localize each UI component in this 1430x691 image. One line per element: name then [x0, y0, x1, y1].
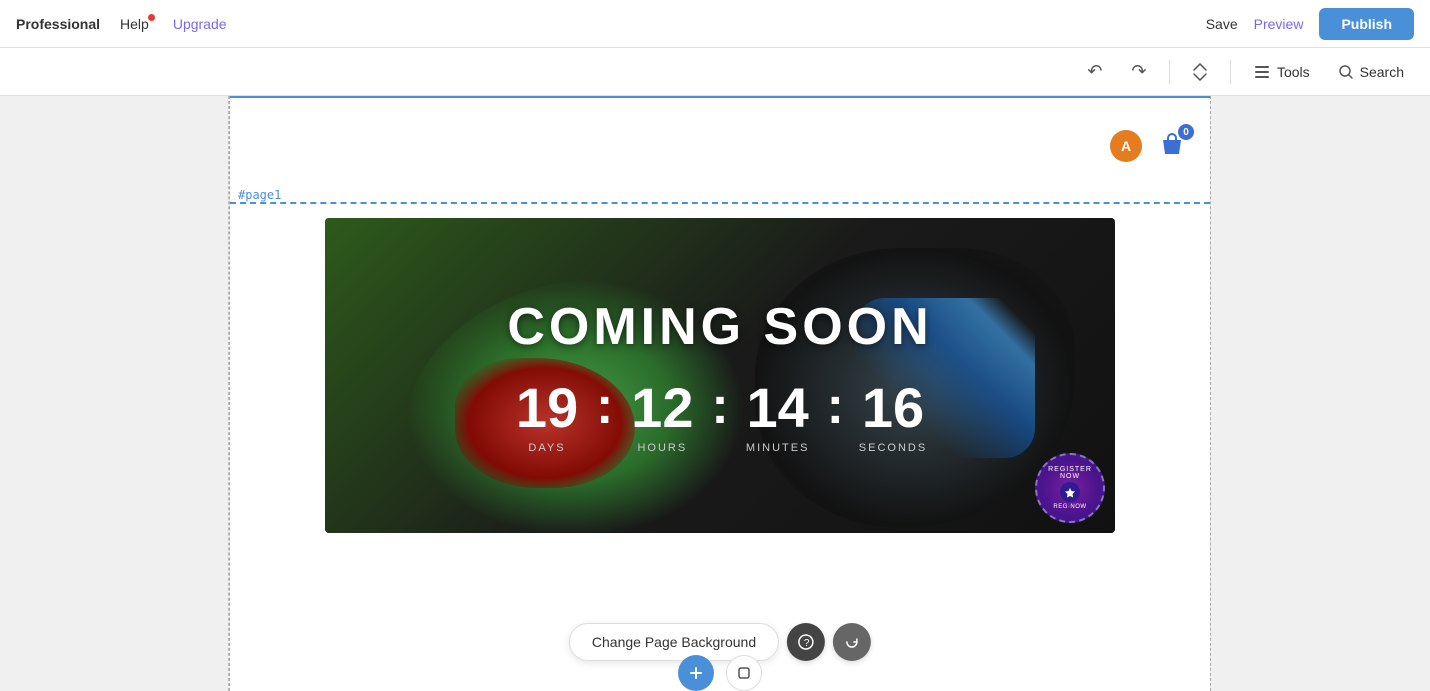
days-label: DAYS [528, 442, 565, 454]
preview-button[interactable]: Preview [1254, 16, 1304, 32]
top-nav: Professional Help Upgrade Save Preview P… [0, 0, 1430, 48]
page-label: #page1 [238, 188, 281, 202]
countdown-minutes: 14 MINUTES [733, 377, 823, 455]
days-value: 19 [516, 377, 578, 439]
sep-3: : [823, 377, 848, 437]
tools-label: Tools [1277, 64, 1310, 80]
brand-label: Professional [16, 16, 100, 32]
cart-badge: 0 [1178, 124, 1194, 140]
seconds-label: SECONDS [859, 442, 927, 454]
bottom-blue-button[interactable] [678, 655, 714, 691]
seconds-value: 16 [862, 377, 924, 439]
collapse-button[interactable] [1182, 54, 1218, 90]
hours-value: 12 [631, 377, 693, 439]
toolbar-divider-2 [1230, 60, 1231, 84]
help-icon-button[interactable]: ? [787, 623, 825, 661]
countdown-hours: 12 HOURS [617, 377, 707, 455]
publish-button[interactable]: Publish [1319, 8, 1414, 40]
refresh-icon-button[interactable] [833, 623, 871, 661]
search-button[interactable]: Search [1328, 58, 1414, 86]
canvas-area: #page1 A 0 [0, 96, 1430, 691]
tools-button[interactable]: Tools [1243, 57, 1320, 87]
countdown: 19 DAYS : 12 HOURS : 14 MINUTES : [325, 377, 1115, 455]
search-label: Search [1360, 64, 1404, 80]
avatar: A [1110, 130, 1142, 162]
countdown-days: 19 DAYS [502, 377, 592, 455]
help-dot [148, 14, 155, 21]
main-canvas: #page1 A 0 [230, 96, 1210, 691]
redo-button[interactable]: ↷ [1121, 54, 1157, 90]
minutes-label: MINUTES [746, 442, 810, 454]
toolbar: ↶ ↷ Tools Search [0, 48, 1430, 96]
upgrade-label[interactable]: Upgrade [173, 16, 227, 32]
cart-icon-wrap[interactable]: 0 [1154, 128, 1190, 164]
sep-1: : [592, 377, 617, 437]
coming-soon-title: COMING SOON [325, 297, 1115, 357]
toolbar-divider [1169, 60, 1170, 84]
sep-2: : [707, 377, 732, 437]
bottom-white-button[interactable] [726, 655, 762, 691]
save-button[interactable]: Save [1206, 16, 1238, 32]
bottom-row [678, 655, 762, 691]
coming-soon-banner: REGISTER NOW REG·NOW COMING SOON 19 DAYS… [325, 218, 1115, 533]
left-gutter [0, 96, 230, 691]
undo-button[interactable]: ↶ [1077, 54, 1113, 90]
page-separator-line [230, 202, 1210, 204]
banner-content: COMING SOON 19 DAYS : 12 HOURS : 14 MINU… [325, 297, 1115, 455]
minutes-value: 14 [747, 377, 809, 439]
banner-stamp: REGISTER NOW REG·NOW [1035, 453, 1105, 523]
hours-label: HOURS [637, 442, 687, 454]
countdown-seconds: 16 SECONDS [848, 377, 938, 455]
help-label: Help [120, 16, 149, 32]
svg-text:?: ? [804, 638, 810, 649]
cart-area: A 0 [1110, 128, 1190, 164]
right-gutter [1210, 96, 1430, 691]
